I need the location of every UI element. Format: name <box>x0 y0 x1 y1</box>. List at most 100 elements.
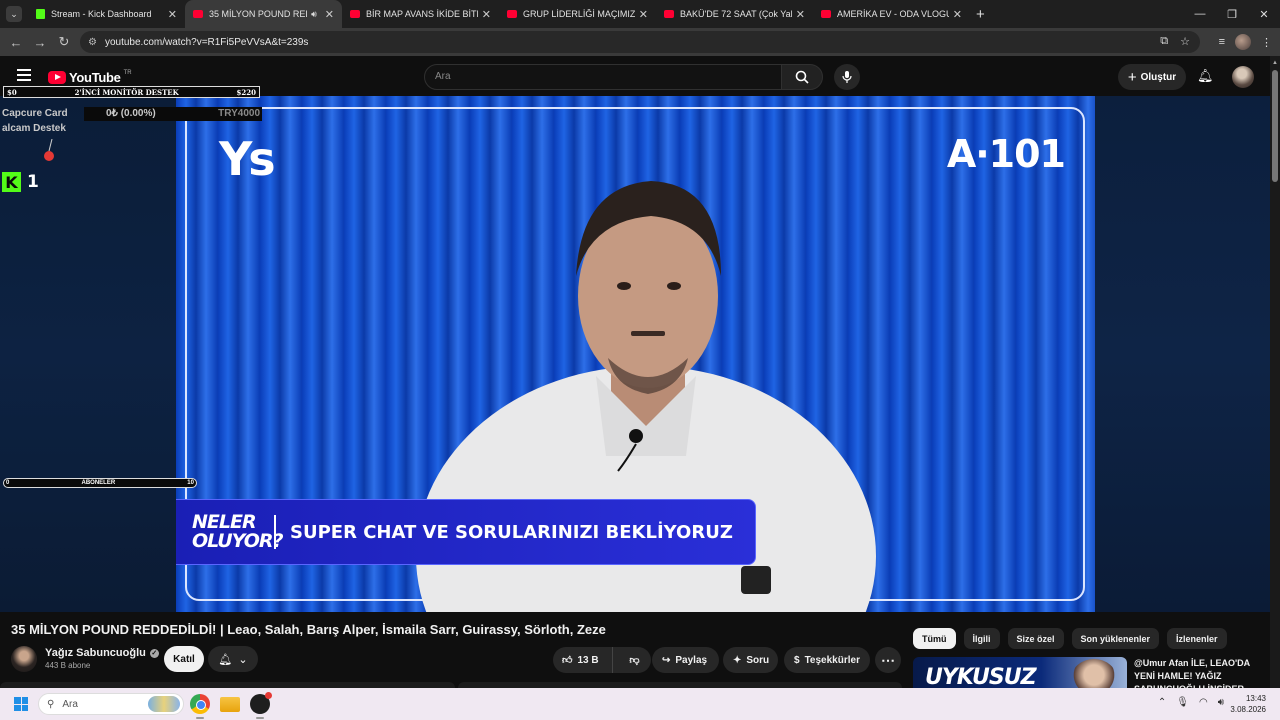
more-actions-button[interactable]: ⋯ <box>875 647 901 673</box>
youtube-logo[interactable]: YouTube TR <box>48 70 132 85</box>
profile-avatar[interactable] <box>1235 34 1251 50</box>
kick-icon <box>36 9 45 19</box>
chip-for-you[interactable]: Size özel <box>1007 628 1064 649</box>
thumbs-up-icon: 👍︎ <box>562 655 573 666</box>
recommended-video-title[interactable]: @Umur Afan İLE, LEAO'DA YENİ HAMLE! YAĞI… <box>1134 657 1264 688</box>
chip-all[interactable]: Tümü <box>913 628 956 649</box>
volume-icon[interactable]: 🔊︎ <box>1218 697 1224 708</box>
close-tab-icon[interactable]: ✕ <box>325 8 334 21</box>
thanks-button[interactable]: $ Teşekkürler <box>784 647 870 673</box>
channel-name[interactable]: Yağız Sabuncuoğlu ✓ <box>45 647 159 659</box>
system-clock[interactable]: 13:43 3.08.2026 <box>1230 693 1266 715</box>
notifications-bell-icon[interactable]: 🔔︎ <box>1197 68 1214 84</box>
share-icon: ↪ <box>662 654 671 666</box>
chrome-icon[interactable] <box>190 694 210 714</box>
voice-search-button[interactable] <box>834 64 860 90</box>
hamburger-menu-icon[interactable] <box>17 69 31 81</box>
youtube-icon <box>350 10 360 18</box>
new-tab-button[interactable]: + <box>976 6 985 23</box>
lower-third-banner: NELER OLUYOR? SUPER CHAT VE SORULARINIZI… <box>176 499 756 565</box>
join-button[interactable]: Katıl <box>164 646 204 672</box>
search-button[interactable] <box>781 64 823 90</box>
tab-youtube[interactable]: GRUP LİDERLİĞİ MAÇIMIZ | BB ✕ <box>499 0 656 28</box>
tab-youtube[interactable]: BİR MAP AVANS İKİDE BİTER | B ✕ <box>342 0 499 28</box>
ask-button[interactable]: ✦ Soru <box>723 647 778 673</box>
ask-label: Soru <box>746 654 770 666</box>
close-tab-icon[interactable]: ✕ <box>953 8 962 21</box>
minimize-icon[interactable]: — <box>1184 0 1216 28</box>
channel-avatar[interactable] <box>11 646 37 672</box>
share-button[interactable]: ↪ Paylaş <box>652 647 719 673</box>
address-bar[interactable]: ⚙ youtube.com/watch?v=R1Fi5PeVVsA&t=239s… <box>80 31 1200 53</box>
tab-search-button[interactable]: ⌄ <box>6 6 22 22</box>
lower-third-text: SUPER CHAT VE SORULARINIZI BEKLİYORUZ <box>290 521 733 543</box>
close-tab-icon[interactable]: ✕ <box>796 8 805 21</box>
search-icon <box>795 70 809 84</box>
browser-tab-strip: ⌄ Stream - Kick Dashboard ✕ 35 MİLYON PO… <box>0 0 1280 28</box>
tab-title: BAKÜ'DE 72 SAAT (Çok Yahşi G <box>680 9 792 19</box>
chip-related[interactable]: İlgili <box>963 628 1000 649</box>
subs-bar-end: 10 <box>187 480 194 486</box>
site-info-icon[interactable]: ⚙ <box>88 37 97 48</box>
lower-third-divider <box>274 515 276 549</box>
subscriber-count: 443 B abone <box>45 661 91 670</box>
subscription-bell-button[interactable]: 🔔︎ ⌄ <box>208 646 258 672</box>
back-icon[interactable]: ← <box>4 35 28 50</box>
create-button[interactable]: + Oluştur <box>1118 64 1186 90</box>
country-code: TR <box>123 69 132 76</box>
chip-recently-uploaded[interactable]: Son yüklenenler <box>1071 628 1160 649</box>
chip-watched[interactable]: İzlenenler <box>1167 628 1227 649</box>
like-button[interactable]: 👍︎ 13 B <box>553 647 613 673</box>
wifi-icon[interactable]: ◠ <box>1199 697 1208 708</box>
search-highlight-art <box>148 696 180 712</box>
recommended-video-thumbnail[interactable]: UYKUSUZ <box>913 657 1127 688</box>
tab-kick-dashboard[interactable]: Stream - Kick Dashboard ✕ <box>28 0 185 28</box>
taskbar-search[interactable]: ⚲ Ara <box>38 693 184 715</box>
more-horizontal-icon: ⋯ <box>881 651 895 668</box>
lower-third-tag: NELER OLUYOR? <box>192 511 284 552</box>
taskbar-search-placeholder: Ara <box>62 698 78 710</box>
speaker-icon[interactable]: 🔊︎ <box>311 9 317 20</box>
subscriber-goal-bar: 0 ABONELER 10 <box>3 478 197 488</box>
thanks-label: Teşekkürler <box>804 654 860 666</box>
close-window-icon[interactable]: ✕ <box>1248 0 1280 28</box>
tab-title: BİR MAP AVANS İKİDE BİTER | B <box>366 9 478 19</box>
obs-recording-icon[interactable] <box>250 692 272 714</box>
menu-icon[interactable]: ⋮ <box>1261 36 1272 49</box>
reading-list-icon[interactable]: ≡ <box>1219 36 1225 48</box>
tab-title: AMERİKA EV - ODA VLOGU! - Y <box>837 9 949 19</box>
chevron-up-icon[interactable]: ⌃ <box>1158 697 1166 708</box>
scroll-up-arrow-icon[interactable]: ▲ <box>1272 60 1278 66</box>
channel-name-text: Yağız Sabuncuoğlu <box>45 647 146 659</box>
search-input[interactable]: Ara <box>424 64 782 90</box>
scrollbar-thumb[interactable] <box>1272 70 1278 182</box>
close-tab-icon[interactable]: ✕ <box>168 8 177 21</box>
close-tab-icon[interactable]: ✕ <box>639 8 648 21</box>
youtube-icon <box>664 10 674 18</box>
tab-youtube-active[interactable]: 35 MİLYON POUND REDDE 🔊︎ ✕ <box>185 0 342 28</box>
reload-icon[interactable]: ↻ <box>52 34 76 50</box>
thumbnail-text: UYKUSUZ <box>925 665 1037 688</box>
page-scrollbar[interactable]: ▲ <box>1270 56 1280 688</box>
chrome-running-indicator <box>196 717 204 719</box>
close-tab-icon[interactable]: ✕ <box>482 8 491 21</box>
create-label: Oluştur <box>1140 71 1177 83</box>
forward-icon[interactable]: → <box>28 35 52 50</box>
share-label: Paylaş <box>675 654 708 666</box>
capture-goal-label-2: alcam Destek <box>2 123 66 134</box>
tab-title: 35 MİLYON POUND REDDE <box>209 9 307 19</box>
video-player[interactable]: Ys A·101 NELER OLUYOR? SUPER CHAT VE SOR… <box>176 96 1095 612</box>
thumbs-down-icon: 👎︎ <box>629 655 640 666</box>
microphone-tray-icon[interactable]: 🎙︎ <box>1176 697 1189 708</box>
cast-icon[interactable]: ⧉ <box>1160 35 1168 48</box>
tab-youtube[interactable]: AMERİKA EV - ODA VLOGU! - Y ✕ <box>813 0 970 28</box>
account-avatar[interactable] <box>1232 66 1254 88</box>
bookmark-star-icon[interactable]: ☆ <box>1180 35 1190 48</box>
windows-start-icon[interactable] <box>14 697 28 711</box>
tab-youtube[interactable]: BAKÜ'DE 72 SAAT (Çok Yahşi G ✕ <box>656 0 813 28</box>
dislike-button[interactable]: 👎︎ <box>618 654 651 666</box>
thumbnail-face <box>1071 659 1117 688</box>
file-explorer-icon[interactable] <box>220 697 240 712</box>
toolbar-right: ≡ ⋮ <box>1219 34 1272 50</box>
restore-icon[interactable]: ❐ <box>1216 0 1248 28</box>
